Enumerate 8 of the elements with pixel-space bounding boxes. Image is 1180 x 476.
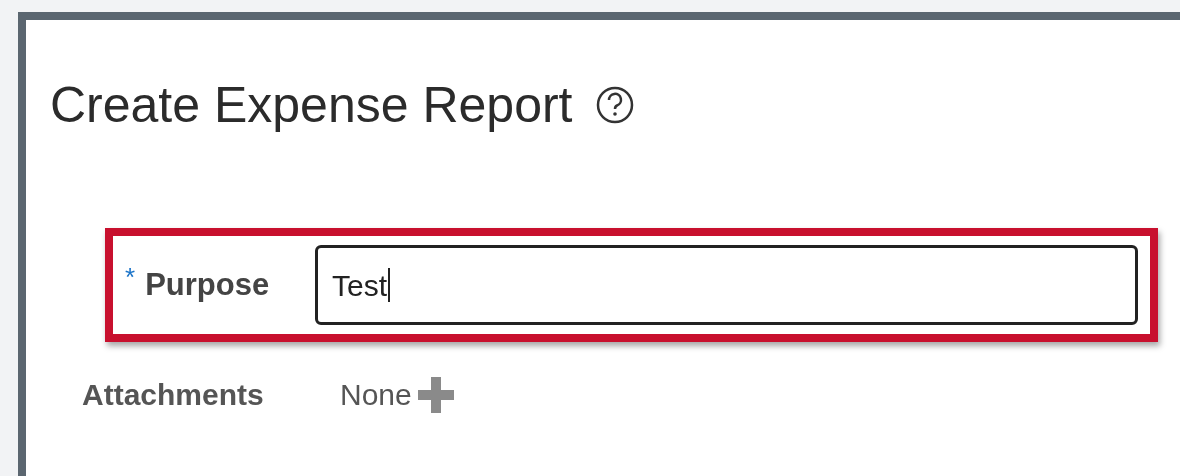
field-label: Purpose xyxy=(145,265,270,304)
purpose-input[interactable]: Test xyxy=(315,245,1138,325)
attachments-value: None xyxy=(340,377,412,413)
help-icon[interactable] xyxy=(594,85,635,125)
add-icon[interactable] xyxy=(415,374,456,415)
attachments-label: Attachments xyxy=(82,377,265,413)
required-mark: * xyxy=(125,260,136,294)
page-title: Create Expense Report xyxy=(50,80,573,130)
